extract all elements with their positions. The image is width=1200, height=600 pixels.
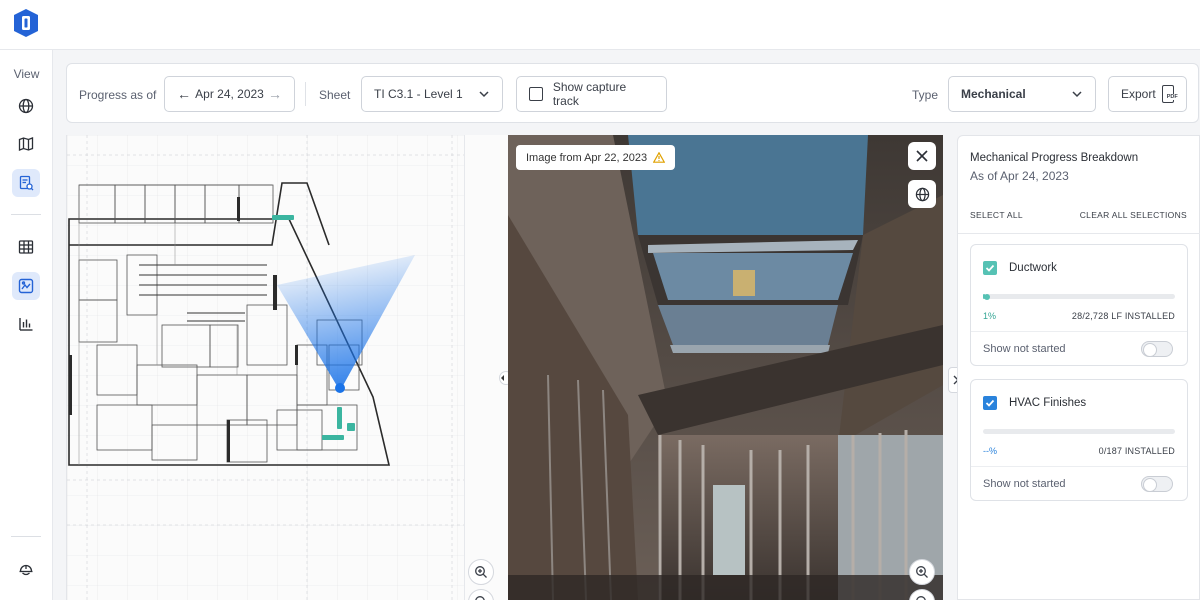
check-icon (985, 264, 995, 272)
logo-icon[interactable] (12, 8, 40, 38)
show-not-started-label: Show not started (983, 343, 1066, 355)
show-not-started-toggle[interactable] (1141, 341, 1173, 357)
floor-plan-drawing[interactable] (67, 135, 464, 600)
chevron-down-icon (1072, 91, 1082, 98)
item-name: Ductwork (1009, 262, 1057, 274)
table-icon (18, 240, 34, 254)
export-button[interactable]: Export PDF (1108, 76, 1187, 112)
next-date-icon[interactable]: → (268, 86, 282, 102)
type-label: Type (912, 88, 939, 102)
rail-divider (11, 536, 41, 537)
top-bar (0, 0, 1200, 50)
zoom-out-icon (475, 596, 485, 600)
progress-item-card: Ductwork 1% 28/2,728 LF INSTALLED Show n… (970, 244, 1188, 366)
image-map-icon (18, 278, 34, 294)
zoom-out-icon (916, 596, 926, 600)
globe-icon (18, 98, 34, 114)
progress-as-of-label: Progress as of (79, 88, 157, 102)
previous-date-icon[interactable]: ← (177, 86, 191, 102)
site-photo-viewer[interactable]: Image from Apr 22, 2023 (508, 135, 943, 600)
image-date-tag: Image from Apr 22, 2023 (516, 145, 676, 170)
image-date-label: Image from Apr 22, 2023 (526, 151, 648, 164)
rail-progress-button[interactable] (12, 169, 40, 197)
rail-divider (11, 214, 41, 215)
pdf-icon: PDF (1161, 85, 1179, 103)
toolbar: Progress as of ← Apr 24, 2023 → Sheet TI… (66, 63, 1199, 123)
select-all-link[interactable]: SELECT ALL (970, 210, 1023, 220)
progress-bar (983, 293, 1175, 300)
hvac-finishes-checkbox[interactable] (983, 396, 997, 410)
card-divider (971, 331, 1187, 332)
item-percent: 1% (983, 311, 997, 321)
sheet-label: Sheet (319, 88, 351, 102)
pdf-badge: PDF (1165, 94, 1179, 100)
photo-360-button[interactable] (908, 180, 936, 208)
map-icon (18, 137, 34, 151)
left-rail: View (0, 50, 53, 600)
show-not-started-toggle[interactable] (1141, 476, 1173, 492)
toolbar-divider (305, 82, 306, 106)
bar-chart-icon (19, 318, 33, 331)
rail-safety-button[interactable] (12, 555, 40, 583)
view-label: View (13, 67, 40, 81)
plan-zoom-in-button[interactable] (468, 559, 494, 585)
site-photo[interactable] (508, 135, 943, 600)
type-value: Mechanical (961, 87, 1026, 101)
sheet-select[interactable]: TI C3.1 - Level 1 (361, 76, 503, 112)
date-picker[interactable]: ← Apr 24, 2023 → (164, 76, 295, 112)
breakdown-subtitle: As of Apr 24, 2023 (970, 169, 1069, 183)
rail-image-map-button[interactable] (12, 272, 40, 300)
item-installed-count: 0/187 INSTALLED (1098, 446, 1175, 456)
capture-track-checkbox[interactable] (529, 87, 543, 101)
photo-zoom-in-button[interactable] (909, 559, 935, 585)
viewer-splitter[interactable] (464, 135, 513, 600)
item-percent: --% (983, 446, 997, 456)
clear-all-selections-link[interactable]: CLEAR ALL SELECTIONS (1080, 210, 1187, 220)
progress-bar-marker (983, 293, 990, 300)
progress-item-card: HVAC Finishes --% 0/187 INSTALLED Show n… (970, 379, 1188, 501)
type-select[interactable]: Mechanical (948, 76, 1096, 112)
floor-plan-viewer[interactable] (66, 135, 464, 600)
date-value: Apr 24, 2023 (195, 87, 264, 101)
breakdown-title: Mechanical Progress Breakdown (970, 152, 1139, 164)
show-not-started-label: Show not started (983, 478, 1066, 490)
zoom-in-icon (916, 566, 928, 578)
close-photo-button[interactable] (908, 142, 936, 170)
check-icon (985, 399, 995, 407)
export-label: Export (1121, 87, 1156, 101)
close-icon (916, 150, 928, 162)
rail-map-button[interactable] (12, 130, 40, 158)
rail-chart-button[interactable] (12, 310, 40, 338)
ductwork-checkbox[interactable] (983, 261, 997, 275)
hard-hat-icon (19, 564, 33, 576)
capture-track-label: Show capture track (552, 80, 627, 108)
progress-report-icon (19, 175, 34, 191)
rail-table-button[interactable] (12, 233, 40, 261)
capture-track-toggle[interactable]: Show capture track (516, 76, 667, 112)
progress-bar (983, 429, 1175, 434)
chevron-down-icon (479, 91, 489, 98)
card-divider (971, 466, 1187, 467)
item-installed-count: 28/2,728 LF INSTALLED (1071, 311, 1175, 321)
warning-icon (653, 152, 666, 163)
globe-icon (915, 187, 929, 201)
zoom-in-icon (475, 566, 487, 578)
panel-divider (958, 233, 1200, 234)
progress-breakdown-panel: Mechanical Progress Breakdown As of Apr … (957, 135, 1200, 600)
rail-globe-button[interactable] (12, 92, 40, 120)
item-name: HVAC Finishes (1009, 397, 1087, 409)
sheet-value: TI C3.1 - Level 1 (374, 87, 463, 101)
plan-zoom-out-button[interactable] (468, 589, 494, 600)
